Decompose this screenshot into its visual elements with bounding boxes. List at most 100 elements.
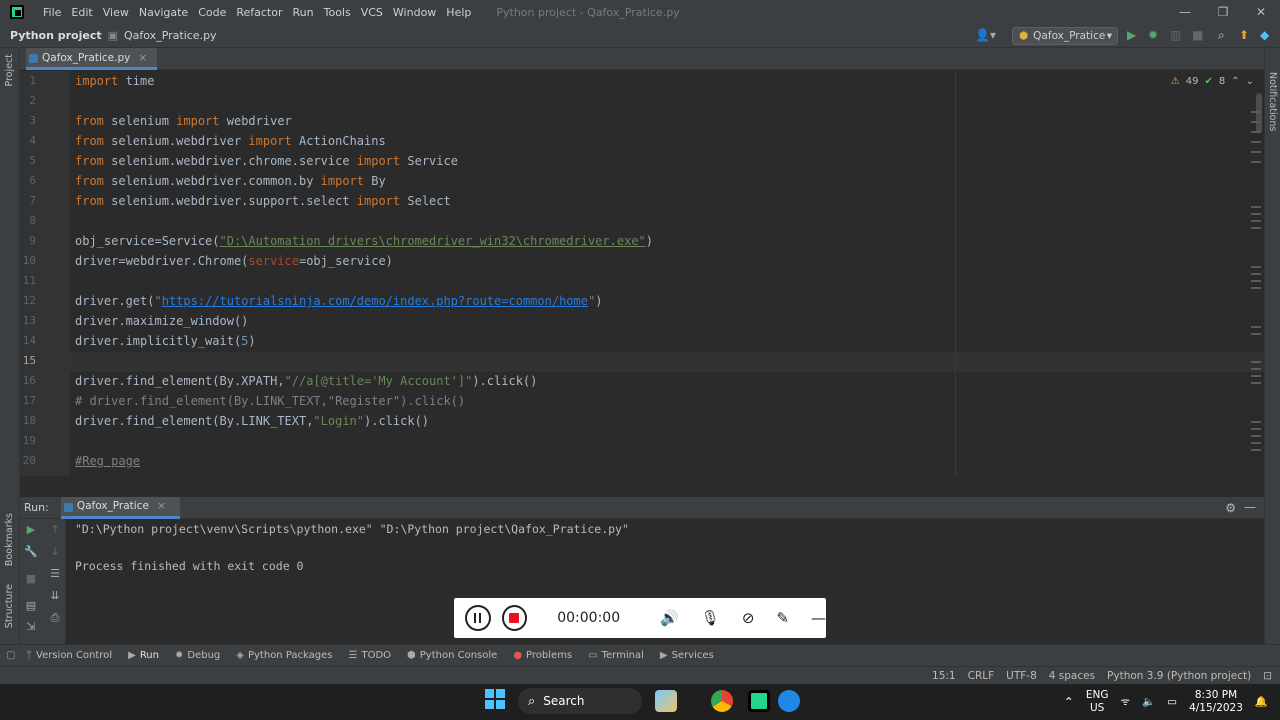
- rerun-icon[interactable]: ▶: [20, 523, 42, 536]
- status-interpreter[interactable]: Python 3.9 (Python project): [1107, 670, 1251, 682]
- mic-off-icon[interactable]: 🎙: [701, 609, 720, 627]
- menu-code[interactable]: Code: [193, 6, 231, 19]
- tool-run[interactable]: ▶ Run: [128, 650, 159, 661]
- taskbar-search[interactable]: ⌕ Search: [518, 688, 642, 714]
- close-tab-icon[interactable]: ×: [138, 52, 147, 64]
- editor-tab-qafox[interactable]: Qafox_Pratice.py ×: [26, 48, 158, 70]
- notification-bell-icon[interactable]: 🔔: [1255, 696, 1268, 709]
- arrow-down-icon[interactable]: ↓: [44, 545, 66, 558]
- tool-todo[interactable]: ☰ TODO: [349, 650, 392, 661]
- code-line-9: obj_service=Service("D:\Automation drive…: [75, 234, 653, 248]
- pin-icon[interactable]: ⇲: [20, 620, 42, 633]
- arrow-up-icon[interactable]: ↑: [44, 523, 66, 536]
- stripe-mark: [1251, 368, 1261, 370]
- recorder-app-icon[interactable]: [778, 690, 800, 712]
- menu-help[interactable]: Help: [441, 6, 476, 19]
- search-icon[interactable]: ⌕: [1218, 28, 1225, 43]
- chrome-icon[interactable]: [711, 690, 733, 712]
- update-icon[interactable]: ⬆: [1239, 28, 1249, 42]
- pycharm-taskbar-icon[interactable]: [748, 690, 770, 712]
- code-line-10: driver=webdriver.Chrome(service=obj_serv…: [75, 254, 393, 268]
- widgets-icon[interactable]: [655, 690, 677, 712]
- stripe-mark: [1251, 421, 1261, 423]
- bookmarks-tool-button[interactable]: Bookmarks: [4, 513, 15, 566]
- menu-tools[interactable]: Tools: [319, 6, 356, 19]
- stop-icon[interactable]: ■: [20, 572, 42, 585]
- menu-file[interactable]: File: [38, 6, 66, 19]
- pen-icon[interactable]: ✎: [776, 609, 789, 627]
- minimize-recorder-icon[interactable]: —: [811, 609, 826, 627]
- gear-icon[interactable]: ⚙: [1225, 501, 1236, 515]
- stop-recording-button[interactable]: [501, 605, 528, 631]
- structure-tool-button[interactable]: Structure: [4, 584, 15, 628]
- menu-refactor[interactable]: Refactor: [231, 6, 287, 19]
- hide-panel-icon[interactable]: —: [1244, 500, 1256, 514]
- minimize-icon[interactable]: —: [1166, 5, 1204, 19]
- chevron-up-icon[interactable]: ⌃: [1064, 695, 1074, 709]
- code-editor[interactable]: import time from selenium import webdriv…: [70, 71, 1264, 476]
- stripe-mark: [1251, 266, 1261, 268]
- taskbar-search-label: Search: [543, 694, 585, 708]
- toggle-tool-windows-icon[interactable]: ▢: [6, 650, 15, 661]
- camera-off-icon[interactable]: ⊘: [742, 609, 755, 627]
- notifications-tool-button[interactable]: Notifications: [1267, 72, 1278, 131]
- line-number: 18: [22, 414, 36, 427]
- tool-debug[interactable]: ✹ Debug: [175, 650, 220, 661]
- debug-icon: ✹: [175, 650, 184, 661]
- pause-button[interactable]: [465, 605, 491, 631]
- tool-terminal[interactable]: ▭ Terminal: [588, 650, 644, 661]
- chevron-down-icon[interactable]: ⌄: [1246, 76, 1254, 87]
- tool-problems[interactable]: ● Problems: [513, 650, 572, 661]
- chevron-up-icon[interactable]: ⌃: [1231, 76, 1239, 87]
- breadcrumb-project[interactable]: Python project: [10, 29, 102, 42]
- menu-navigate[interactable]: Navigate: [134, 6, 193, 19]
- inspection-widget[interactable]: ⚠ 49 ✔ 8 ⌃ ⌄: [1171, 76, 1254, 87]
- stop-icon[interactable]: ■: [1192, 28, 1203, 42]
- run-panel-label: Run:: [24, 501, 49, 514]
- tool-python-packages[interactable]: ◈ Python Packages: [236, 650, 332, 661]
- layout-icon[interactable]: ▤: [20, 599, 42, 612]
- line-number: 13: [22, 314, 36, 327]
- coverage-icon[interactable]: ▥: [1170, 28, 1181, 42]
- wrench-icon[interactable]: 🔧: [20, 545, 42, 558]
- soft-wrap-icon[interactable]: ☰: [44, 567, 66, 580]
- debug-icon[interactable]: ✹: [1148, 28, 1158, 42]
- run-icon[interactable]: ▶: [1127, 28, 1136, 42]
- wifi-icon[interactable]: ᯤ: [1120, 696, 1130, 709]
- panel-splitter[interactable]: [20, 476, 1264, 496]
- status-encoding[interactable]: UTF-8: [1006, 670, 1037, 682]
- speaker-icon[interactable]: 🔊: [660, 609, 679, 627]
- run-config-select[interactable]: ⬢ Qafox_Pratice ▾: [1012, 27, 1118, 45]
- menu-window[interactable]: Window: [388, 6, 441, 19]
- menu-view[interactable]: View: [98, 6, 134, 19]
- status-indent[interactable]: 4 spaces: [1049, 670, 1095, 682]
- menu-run[interactable]: Run: [288, 6, 319, 19]
- menu-vcs[interactable]: VCS: [356, 6, 388, 19]
- user-icon[interactable]: 👤▾: [975, 28, 996, 42]
- jetbrains-icon[interactable]: ◆: [1260, 28, 1269, 42]
- battery-icon[interactable]: ▭: [1167, 696, 1177, 709]
- project-tool-button[interactable]: Project: [4, 54, 15, 87]
- stripe-mark: [1251, 131, 1261, 133]
- code-line-16: driver.find_element(By.XPATH,"//a[@title…: [75, 374, 538, 388]
- lock-icon[interactable]: ⊡: [1263, 670, 1272, 682]
- packages-icon: ◈: [236, 650, 244, 661]
- close-tab-icon[interactable]: ×: [157, 500, 166, 512]
- restore-icon[interactable]: ❐: [1204, 5, 1242, 19]
- volume-icon[interactable]: 🔈: [1142, 696, 1155, 709]
- tool-python-console[interactable]: ⬢ Python Console: [407, 650, 497, 661]
- breadcrumb-file[interactable]: Qafox_Pratice.py: [124, 29, 217, 42]
- status-line-separator[interactable]: CRLF: [968, 670, 995, 682]
- close-icon[interactable]: ✕: [1242, 5, 1280, 19]
- tool-services[interactable]: ▶ Services: [660, 650, 714, 661]
- clock[interactable]: 8:30 PM 4/15/2023: [1189, 689, 1243, 715]
- language-indicator[interactable]: ENG US: [1086, 689, 1109, 715]
- tool-version-control[interactable]: ᛘ Version Control: [26, 650, 112, 661]
- stripe-mark: [1251, 273, 1261, 275]
- windows-start-icon[interactable]: [485, 689, 505, 709]
- print-icon[interactable]: ⎙: [44, 611, 66, 625]
- status-caret-position[interactable]: 15:1: [932, 670, 956, 682]
- run-tab-qafox[interactable]: Qafox_Pratice ×: [60, 496, 180, 519]
- scroll-to-end-icon[interactable]: ⇊: [44, 589, 66, 602]
- menu-edit[interactable]: Edit: [66, 6, 97, 19]
